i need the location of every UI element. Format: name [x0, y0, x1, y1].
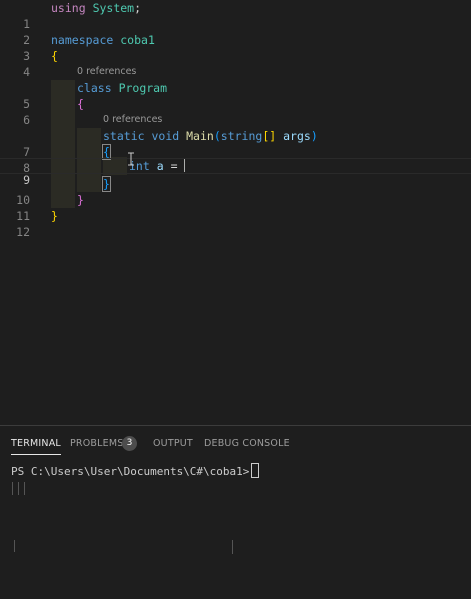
brace: }	[51, 209, 58, 223]
namespace-name: System	[92, 1, 135, 15]
code-line[interactable]: 4 {	[0, 48, 471, 79]
keyword: using	[51, 1, 86, 15]
operator: =	[170, 159, 178, 173]
variable-name: a	[156, 159, 164, 173]
paren: (	[213, 129, 221, 143]
keyword: class	[77, 81, 112, 95]
code-line[interactable]: 10 }	[0, 176, 471, 207]
code-line[interactable]: 5 class Program	[0, 80, 471, 111]
rendering-artifact	[24, 482, 25, 495]
code-line[interactable]: 3 namespace coba1	[0, 32, 471, 63]
code-line[interactable]: 2	[0, 16, 471, 47]
paren: )	[310, 129, 318, 143]
text-cursor	[184, 159, 186, 172]
panel-tabs: TERMINAL PROBLEMS 3 OUTPUT DEBUG CONSOLE	[0, 426, 471, 460]
terminal-prompt: PS C:\Users\User\Documents\C#\coba1>	[11, 465, 250, 478]
keyword: string	[220, 129, 263, 143]
code-line[interactable]: 12 }	[0, 208, 471, 239]
ibeam-cursor-icon	[128, 152, 134, 166]
line-number: 6	[23, 113, 30, 127]
parameter: args	[283, 129, 311, 143]
brace-match-highlight: }	[102, 176, 111, 192]
tab-output[interactable]: OUTPUT	[153, 438, 193, 449]
codelens-references[interactable]: 0 references	[103, 113, 162, 127]
method-name: Main	[186, 129, 214, 143]
brace: {	[77, 97, 84, 111]
keyword: void	[151, 129, 180, 143]
tab-debug-console[interactable]: DEBUG CONSOLE	[204, 438, 290, 449]
bracket: []	[262, 129, 277, 143]
terminal-output[interactable]: PS C:\Users\User\Documents\C#\coba1>	[11, 463, 260, 480]
tab-problems[interactable]: PROBLEMS	[70, 438, 123, 449]
rendering-artifact	[18, 482, 19, 495]
line-number: 12	[16, 225, 30, 239]
semicolon: ;	[134, 1, 142, 15]
problems-count-badge: 3	[122, 436, 137, 451]
code-editor[interactable]: 1 using System; 2 3 namespace coba1 4 { …	[0, 0, 471, 425]
namespace-name: coba1	[120, 33, 155, 47]
rendering-artifact	[12, 482, 13, 495]
line-number: 4	[23, 65, 30, 79]
terminal-cursor	[251, 463, 260, 478]
code-line[interactable]: 11 }	[0, 192, 471, 223]
keyword: static	[103, 129, 145, 143]
code-line[interactable]: 7 static void Main(string[] args)	[0, 128, 471, 159]
class-name: Program	[118, 81, 168, 95]
rendering-artifact	[14, 540, 15, 552]
codelens-references[interactable]: 0 references	[77, 65, 136, 79]
brace-match-highlight: {	[102, 144, 111, 160]
rendering-artifact	[232, 540, 233, 554]
bottom-panel: TERMINAL PROBLEMS 3 OUTPUT DEBUG CONSOLE…	[0, 425, 471, 599]
code-line[interactable]: 6 {	[0, 96, 471, 127]
code-line[interactable]: 1 using System;	[0, 0, 471, 31]
tab-terminal[interactable]: TERMINAL	[11, 438, 61, 455]
brace: {	[51, 49, 58, 63]
current-line[interactable]: 9 int a =	[0, 158, 471, 187]
brace: }	[77, 193, 84, 207]
keyword: namespace	[51, 33, 114, 47]
